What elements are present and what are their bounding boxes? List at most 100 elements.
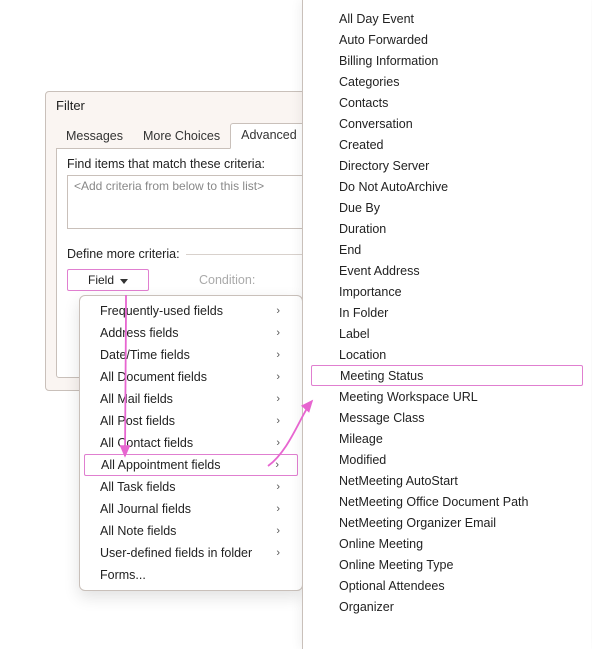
- field-category-item[interactable]: All Post fields ›: [80, 410, 302, 432]
- appointment-field-item[interactable]: Contacts: [303, 92, 591, 113]
- appointment-field-item[interactable]: Organizer: [303, 596, 591, 617]
- appointment-field-item[interactable]: Categories: [303, 71, 591, 92]
- appointment-field-label: NetMeeting AutoStart: [339, 474, 458, 488]
- forms-label: Forms...: [100, 568, 146, 582]
- field-category-item[interactable]: All Journal fields ›: [80, 498, 302, 520]
- chevron-right-icon: ›: [275, 459, 279, 471]
- appointment-field-item[interactable]: Event Address: [303, 260, 591, 281]
- appointment-field-label: In Folder: [339, 306, 388, 320]
- appointment-field-label: Label: [339, 327, 370, 341]
- appointment-field-item[interactable]: Conversation: [303, 113, 591, 134]
- appointment-field-label: Duration: [339, 222, 386, 236]
- appointment-field-item[interactable]: Online Meeting Type: [303, 554, 591, 575]
- appointment-field-label: Location: [339, 348, 386, 362]
- appointment-field-item[interactable]: Importance: [303, 281, 591, 302]
- appointment-field-item[interactable]: Optional Attendees: [303, 575, 591, 596]
- appointment-field-label: Meeting Status: [340, 369, 423, 383]
- field-category-label: All Journal fields: [100, 502, 191, 516]
- appointment-field-item[interactable]: NetMeeting Office Document Path: [303, 491, 591, 512]
- appointment-field-label: Due By: [339, 201, 380, 215]
- appointment-field-item[interactable]: Online Meeting: [303, 533, 591, 554]
- appointment-field-label: Importance: [339, 285, 402, 299]
- appointment-field-item[interactable]: Duration: [303, 218, 591, 239]
- field-button-label: Field: [88, 273, 114, 287]
- chevron-right-icon: ›: [276, 547, 280, 559]
- appointment-field-label: Categories: [339, 75, 399, 89]
- appointment-field-label: End: [339, 243, 361, 257]
- appointment-field-label: Mileage: [339, 432, 383, 446]
- appointment-fields-submenu: All Day EventAuto Forwarded Billing Infor…: [302, 0, 591, 649]
- field-category-item[interactable]: Address fields›: [80, 322, 302, 344]
- appointment-field-label: Online Meeting Type: [339, 558, 453, 572]
- appointment-field-label: Created: [339, 138, 383, 152]
- field-category-label: All Note fields: [100, 524, 176, 538]
- field-dropdown-button[interactable]: Field: [67, 269, 149, 291]
- chevron-right-icon: ›: [276, 503, 280, 515]
- appointment-field-item[interactable]: Mileage: [303, 428, 591, 449]
- chevron-right-icon: ›: [276, 349, 280, 361]
- appointment-field-item[interactable]: Directory Server: [303, 155, 591, 176]
- appointment-field-item[interactable]: Created: [303, 134, 591, 155]
- define-label-text: Define more criteria:: [67, 247, 180, 261]
- chevron-right-icon: ›: [276, 305, 280, 317]
- appointment-field-label: NetMeeting Organizer Email: [339, 516, 496, 530]
- chevron-right-icon: ›: [276, 437, 280, 449]
- field-category-label: All Post fields: [100, 414, 175, 428]
- appointment-field-item[interactable]: All Day Event: [303, 8, 591, 29]
- chevron-right-icon: ›: [276, 481, 280, 493]
- field-category-item[interactable]: User-defined fields in folder ›: [80, 542, 302, 564]
- field-category-item[interactable]: Date/Time fields ›: [80, 344, 302, 366]
- forms-menu-item[interactable]: Forms...: [80, 564, 302, 586]
- appointment-field-label: Do Not AutoArchive: [339, 180, 448, 194]
- appointment-field-item[interactable]: Meeting Workspace URL: [303, 386, 591, 407]
- field-category-item[interactable]: All Note fields ›: [80, 520, 302, 542]
- field-categories-menu: Frequently-used fields›Address fields›Da…: [79, 295, 303, 591]
- field-category-label: User-defined fields in folder: [100, 546, 252, 560]
- field-category-label: Date/Time fields: [100, 348, 190, 362]
- chevron-right-icon: ›: [276, 371, 280, 383]
- appointment-field-label: Optional Attendees: [339, 579, 445, 593]
- appointment-field-item[interactable]: NetMeeting AutoStart: [303, 470, 591, 491]
- appointment-field-item[interactable]: NetMeeting Organizer Email: [303, 512, 591, 533]
- appointment-field-label: Directory Server: [339, 159, 429, 173]
- appointment-field-label: Billing Information: [339, 54, 438, 68]
- field-category-label: All Contact fields: [100, 436, 193, 450]
- field-category-item[interactable]: All Document fields ›: [80, 366, 302, 388]
- field-category-item[interactable]: All Task fields ›: [80, 476, 302, 498]
- appointment-field-label: Contacts: [339, 96, 388, 110]
- chevron-right-icon: ›: [276, 415, 280, 427]
- appointment-field-label: Event Address: [339, 264, 420, 278]
- appointment-field-item[interactable]: Label: [303, 323, 591, 344]
- appointment-field-item[interactable]: Do Not AutoArchive: [303, 176, 591, 197]
- field-category-label: All Appointment fields: [101, 458, 221, 472]
- field-category-item[interactable]: Frequently-used fields ›: [80, 300, 302, 322]
- chevron-right-icon: ›: [276, 393, 280, 405]
- field-category-item[interactable]: All Mail fields ›: [80, 388, 302, 410]
- chevron-right-icon: ›: [276, 525, 280, 537]
- appointment-field-label: Organizer: [339, 600, 394, 614]
- appointment-field-item[interactable]: Auto Forwarded: [303, 29, 591, 50]
- field-category-label: All Document fields: [100, 370, 207, 384]
- appointment-field-label: Online Meeting: [339, 537, 423, 551]
- appointment-field-item[interactable]: Billing Information: [303, 50, 591, 71]
- appointment-field-label: Modified: [339, 453, 386, 467]
- appointment-field-item[interactable]: Message Class: [303, 407, 591, 428]
- appointment-field-item[interactable]: Meeting Status: [311, 365, 583, 386]
- field-category-item[interactable]: All Appointment fields ›: [84, 454, 298, 476]
- appointment-field-item[interactable]: Modified: [303, 449, 591, 470]
- field-category-label: All Mail fields: [100, 392, 173, 406]
- appointment-field-label: Message Class: [339, 411, 424, 425]
- appointment-field-label: Meeting Workspace URL: [339, 390, 478, 404]
- appointment-field-item[interactable]: End: [303, 239, 591, 260]
- chevron-down-icon: [120, 273, 128, 287]
- appointment-field-item[interactable]: Due By: [303, 197, 591, 218]
- field-category-label: Frequently-used fields: [100, 304, 223, 318]
- tab-messages[interactable]: Messages: [56, 125, 133, 149]
- field-category-label: All Task fields: [100, 480, 176, 494]
- appointment-field-item[interactable]: Location: [303, 344, 591, 365]
- tab-more-choices[interactable]: More Choices: [133, 125, 230, 149]
- appointment-field-item[interactable]: In Folder: [303, 302, 591, 323]
- field-category-item[interactable]: All Contact fields ›: [80, 432, 302, 454]
- tab-advanced[interactable]: Advanced: [230, 123, 308, 149]
- appointment-field-label: Conversation: [339, 117, 413, 131]
